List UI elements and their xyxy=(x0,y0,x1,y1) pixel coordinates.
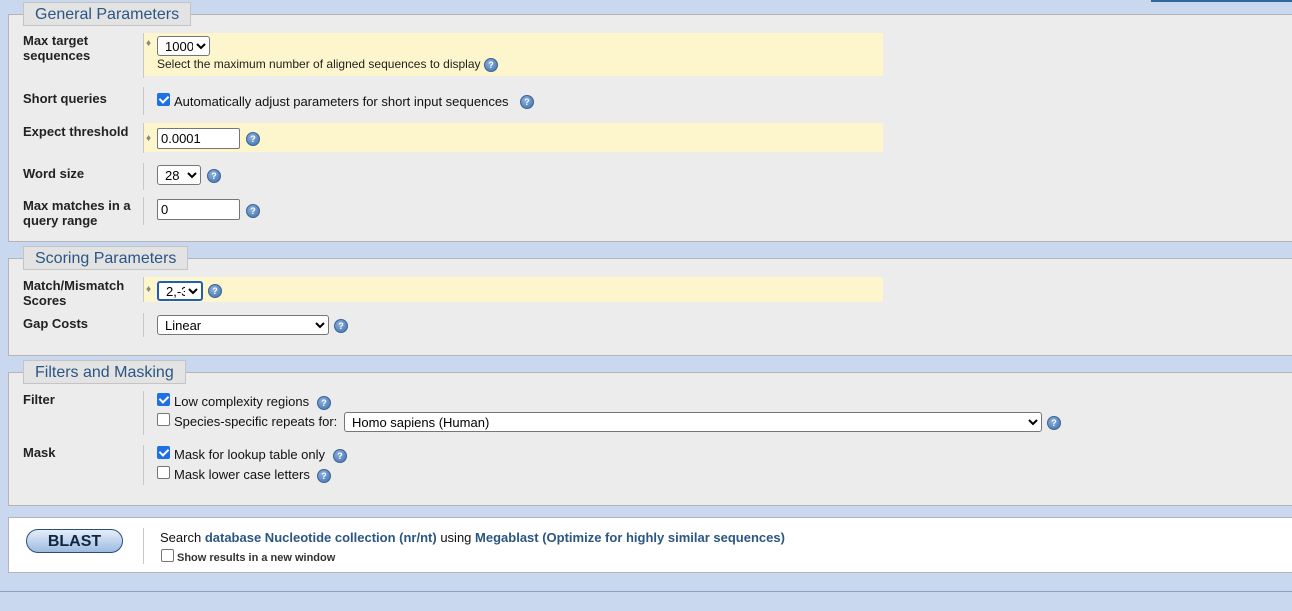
mask-label: Mask xyxy=(23,445,56,460)
search-summary: Search database Nucleotide collection (n… xyxy=(160,530,785,545)
word-size-label: Word size xyxy=(23,166,85,181)
diamond-icon: ♦ xyxy=(146,284,152,295)
search-using: using xyxy=(440,530,472,545)
mask-lower-label: Mask lower case letters xyxy=(174,467,310,482)
scoring-parameters-section: Scoring Parameters Match/Mismatch Scores… xyxy=(8,246,1292,356)
help-icon[interactable]: ? xyxy=(484,58,498,72)
gap-costs-select[interactable]: Linear xyxy=(157,315,329,335)
expect-threshold-input[interactable] xyxy=(157,128,240,149)
page-bottom-border xyxy=(0,591,1292,592)
match-mismatch-label: Match/Mismatch Scores xyxy=(23,278,125,308)
database-link[interactable]: database Nucleotide collection (nr/nt) xyxy=(205,530,437,545)
blast-submit-panel: BLAST Search database Nucleotide collect… xyxy=(8,517,1292,573)
label-divider xyxy=(143,277,144,302)
short-queries-checkbox-label: Automatically adjust parameters for shor… xyxy=(174,94,509,109)
label-divider xyxy=(143,391,144,435)
diamond-icon: ♦ xyxy=(146,38,152,49)
species-repeats-label: Species-specific repeats for: xyxy=(174,414,338,429)
gap-costs-label: Gap Costs xyxy=(23,316,89,331)
label-divider xyxy=(143,33,144,78)
filter-label: Filter xyxy=(23,392,55,407)
label-divider xyxy=(143,313,144,337)
help-icon[interactable]: ? xyxy=(317,396,331,410)
label-divider xyxy=(143,445,144,485)
label-divider xyxy=(143,123,144,153)
label-divider xyxy=(143,197,144,225)
expect-threshold-label: Expect threshold xyxy=(23,124,129,139)
short-queries-label: Short queries xyxy=(23,91,107,106)
diamond-icon: ♦ xyxy=(146,133,152,144)
filters-masking-legend: Filters and Masking xyxy=(23,360,186,384)
max-target-hint: Select the maximum number of aligned seq… xyxy=(157,57,481,71)
help-icon[interactable]: ? xyxy=(334,319,348,333)
general-parameters-section: General Parameters Max target sequences … xyxy=(8,2,1292,242)
species-repeats-checkbox[interactable] xyxy=(157,413,170,426)
blast-button[interactable]: BLAST xyxy=(26,529,123,553)
scoring-parameters-legend: Scoring Parameters xyxy=(23,246,189,270)
max-matches-input[interactable] xyxy=(157,199,240,220)
short-queries-checkbox[interactable] xyxy=(157,93,170,106)
help-icon[interactable]: ? xyxy=(317,469,331,483)
mask-lower-checkbox[interactable] xyxy=(157,466,170,479)
help-icon[interactable]: ? xyxy=(333,449,347,463)
word-size-select[interactable]: 28 xyxy=(157,165,201,185)
mask-lookup-label: Mask for lookup table only xyxy=(174,447,326,462)
help-icon[interactable]: ? xyxy=(246,132,260,146)
general-parameters-legend: General Parameters xyxy=(23,2,192,26)
help-icon[interactable]: ? xyxy=(1047,416,1061,430)
low-complexity-label: Low complexity regions xyxy=(174,394,310,409)
species-select[interactable]: Homo sapiens (Human) xyxy=(344,412,1042,432)
help-icon[interactable]: ? xyxy=(208,284,222,298)
new-window-label: Show results in a new window xyxy=(177,552,336,564)
match-mismatch-select[interactable]: 2,-3 xyxy=(157,281,203,301)
top-accent-bar xyxy=(1151,0,1292,2)
match-mismatch-highlight xyxy=(144,277,883,302)
mask-lookup-checkbox[interactable] xyxy=(157,446,170,459)
label-divider xyxy=(143,87,144,115)
label-divider xyxy=(143,163,144,190)
label-divider xyxy=(143,528,144,564)
help-icon[interactable]: ? xyxy=(207,169,221,183)
search-prefix: Search xyxy=(160,530,202,545)
max-target-select[interactable]: 1000 xyxy=(157,36,210,56)
filters-masking-section: Filters and Masking Filter Low complexit… xyxy=(8,360,1292,506)
help-icon[interactable]: ? xyxy=(520,95,534,109)
max-matches-label: Max matches in a query range xyxy=(23,198,131,228)
new-window-checkbox[interactable] xyxy=(161,549,174,562)
max-target-label: Max target sequences xyxy=(23,33,91,63)
program-link[interactable]: Megablast (Optimize for highly similar s… xyxy=(475,530,785,545)
low-complexity-checkbox[interactable] xyxy=(157,393,170,406)
help-icon[interactable]: ? xyxy=(246,204,260,218)
